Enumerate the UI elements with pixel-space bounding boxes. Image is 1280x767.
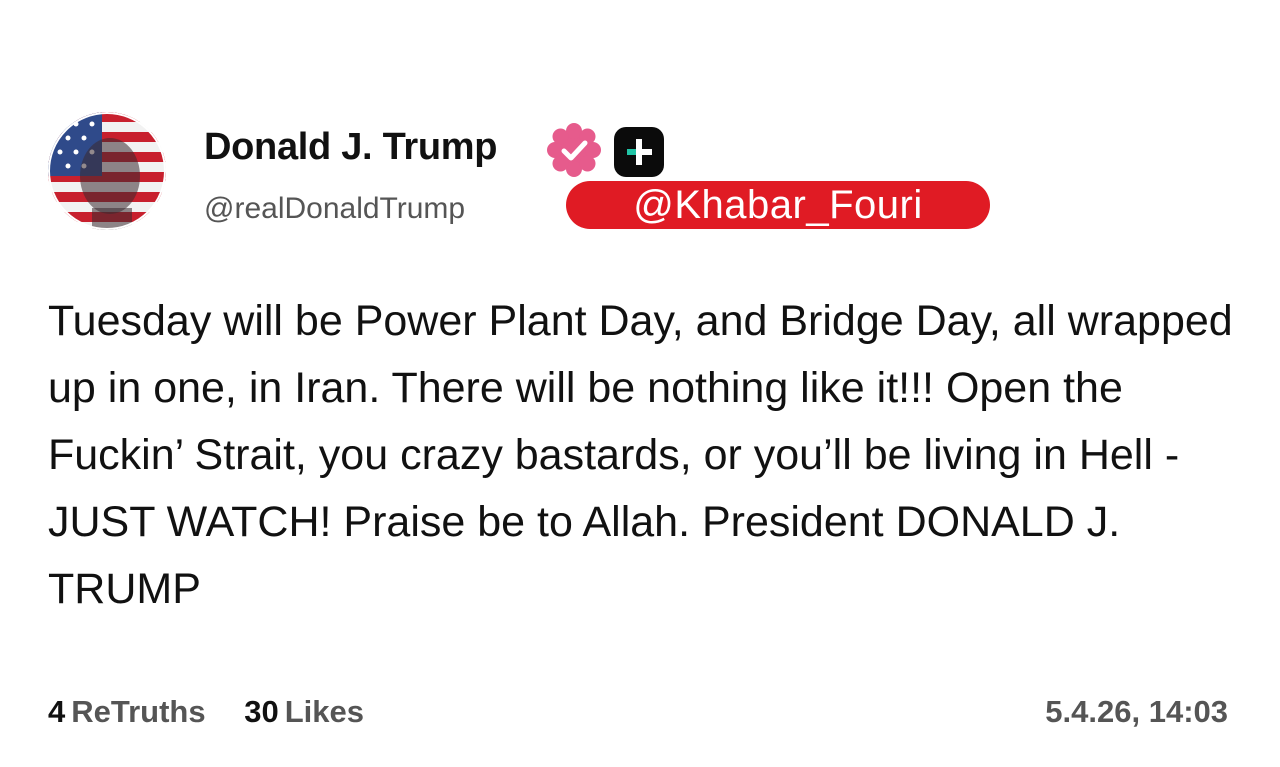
plus-badge-icon <box>614 127 664 177</box>
likes-stat[interactable]: 30 Likes <box>244 694 364 730</box>
likes-count: 30 <box>244 694 279 729</box>
watermark-label: @Khabar_Fouri <box>566 181 990 229</box>
retruths-label: ReTruths <box>71 694 206 729</box>
post-stats: 4 ReTruths 30 Likes <box>48 694 394 730</box>
display-name[interactable]: Donald J. Trump <box>204 126 498 169</box>
likes-label: Likes <box>284 694 364 729</box>
username[interactable]: @realDonaldTrump <box>204 192 465 226</box>
post-timestamp[interactable]: 5.4.26, 14:03 <box>1045 694 1228 730</box>
retruths-count: 4 <box>48 694 66 729</box>
retruths-stat[interactable]: 4 ReTruths <box>48 694 206 730</box>
post-card: Donald J. Trump @realDonaldTrump @Khabar… <box>0 0 1280 767</box>
post-text: Tuesday will be Power Plant Day, and Bri… <box>48 297 1233 613</box>
avatar[interactable] <box>48 112 166 230</box>
verified-badge-icon <box>547 123 601 177</box>
flag-portrait-avatar-icon <box>48 112 166 230</box>
